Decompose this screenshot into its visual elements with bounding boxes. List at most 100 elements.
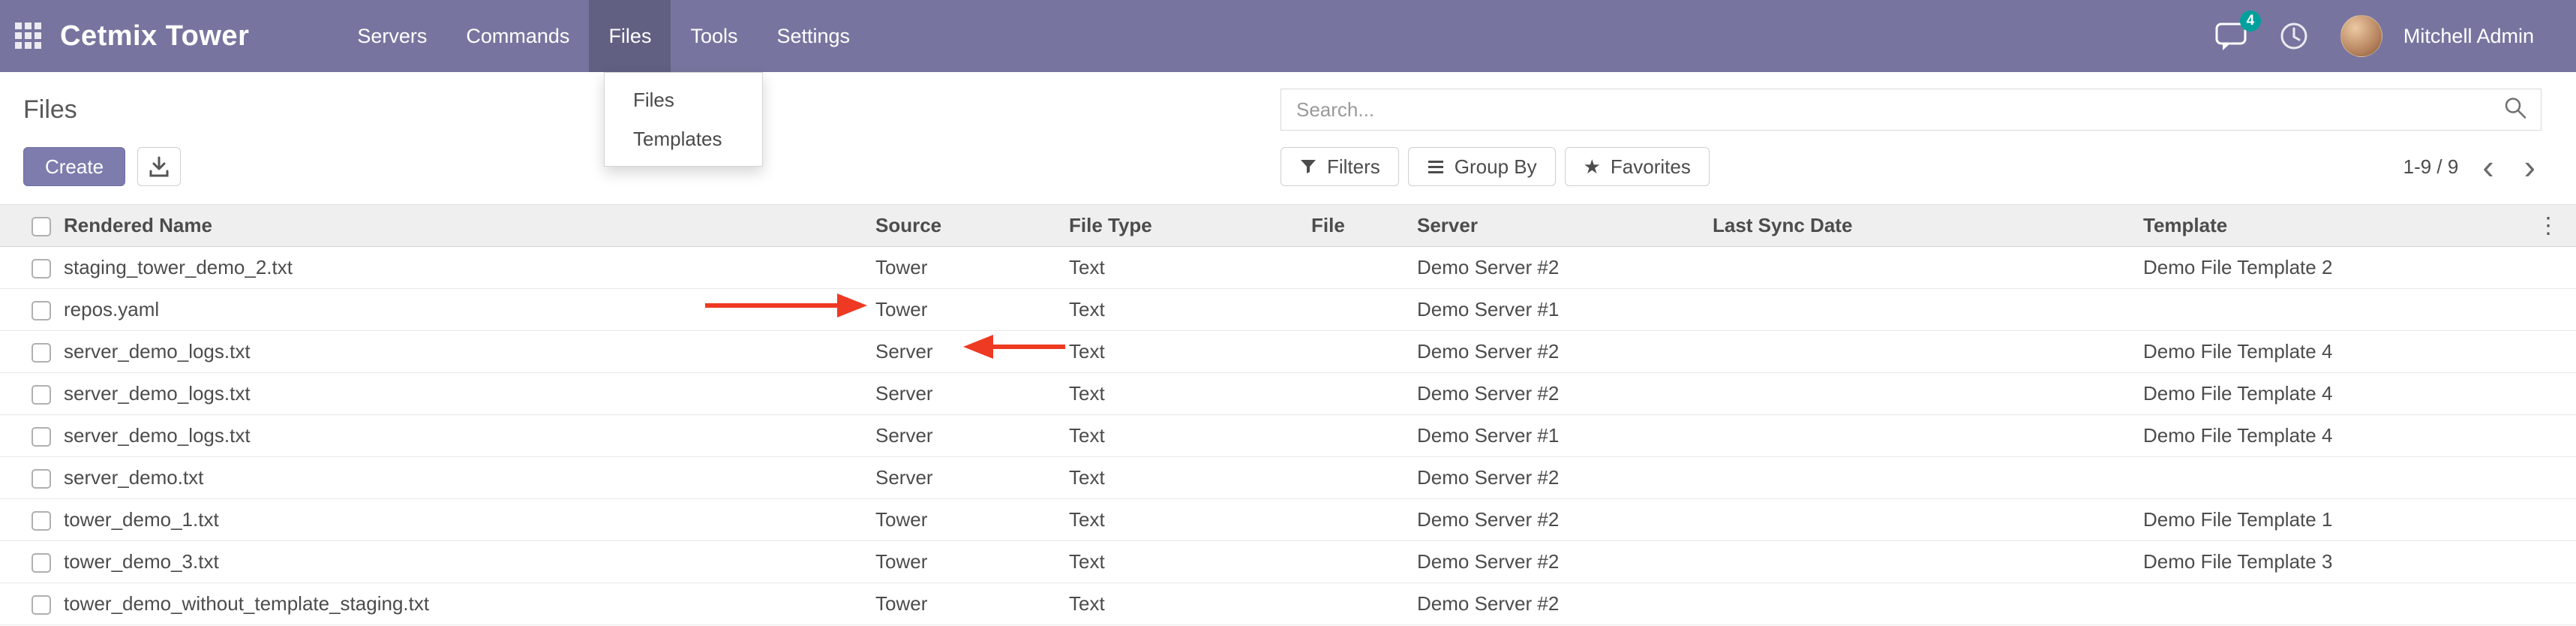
file-type-cell: Text <box>1069 247 1311 289</box>
create-button[interactable]: Create <box>23 147 125 186</box>
menu-servers[interactable]: Servers <box>338 0 446 72</box>
col-header-source[interactable]: Source <box>875 205 1069 247</box>
messages-count-badge: 4 <box>2240 11 2261 32</box>
col-header-file-type[interactable]: File Type <box>1069 205 1311 247</box>
last-sync-cell <box>1713 583 2143 625</box>
row-check-cell <box>0 541 64 583</box>
menu-files[interactable]: Files <box>589 0 671 72</box>
source-cell: Server <box>875 331 1069 373</box>
last-sync-cell <box>1713 247 2143 289</box>
source-cell: Tower <box>875 583 1069 625</box>
favorites-button[interactable]: ★ Favorites <box>1565 147 1710 186</box>
row-checkbox[interactable] <box>32 595 51 615</box>
file-type-cell: Text <box>1069 331 1311 373</box>
select-all-cell <box>0 205 64 247</box>
apps-menu-icon[interactable] <box>0 0 57 72</box>
dropdown-item-templates[interactable]: Templates <box>605 119 762 158</box>
server-cell: Demo Server #2 <box>1417 541 1713 583</box>
activities-button[interactable] <box>2279 21 2309 51</box>
source-cell: Tower <box>875 247 1069 289</box>
group-by-button[interactable]: Group By <box>1408 147 1556 186</box>
rendered-name-cell: repos.yaml <box>64 289 875 331</box>
funnel-icon <box>1299 158 1317 176</box>
table-row[interactable]: server_demo_logs.txt Server Text Demo Se… <box>0 331 2576 373</box>
row-checkbox[interactable] <box>32 385 51 405</box>
last-sync-cell <box>1713 289 2143 331</box>
dropdown-item-files[interactable]: Files <box>605 80 762 119</box>
last-sync-cell <box>1713 457 2143 499</box>
row-check-cell <box>0 373 64 415</box>
template-cell: Demo File Template 1 <box>2143 499 2576 541</box>
optional-columns-icon[interactable]: ⋮ <box>2537 212 2559 239</box>
template-cell: Demo File Template 2 <box>2143 247 2576 289</box>
grid-icon <box>15 23 42 50</box>
app-window: Cetmix Tower Servers Commands Files Tool… <box>0 0 2576 626</box>
source-cell: Server <box>875 457 1069 499</box>
top-navbar: Cetmix Tower Servers Commands Files Tool… <box>0 0 2576 72</box>
file-type-cell: Text <box>1069 289 1311 331</box>
row-checkbox[interactable] <box>32 259 51 278</box>
search-tools: Filters Group By ★ Favorites <box>1280 147 1710 186</box>
row-checkbox[interactable] <box>32 511 51 531</box>
server-cell: Demo Server #1 <box>1417 289 1713 331</box>
table-row[interactable]: tower_demo_1.txt Tower Text Demo Server … <box>0 499 2576 541</box>
col-header-server[interactable]: Server <box>1417 205 1713 247</box>
row-checkbox[interactable] <box>32 301 51 321</box>
pager-next-icon[interactable]: › <box>2518 149 2541 184</box>
table-row[interactable]: tower_demo_3.txt Tower Text Demo Server … <box>0 541 2576 583</box>
rendered-name-cell: server_demo_logs.txt <box>64 331 875 373</box>
last-sync-cell <box>1713 541 2143 583</box>
row-check-cell <box>0 331 64 373</box>
row-checkbox[interactable] <box>32 427 51 447</box>
search-icon[interactable] <box>2503 96 2527 124</box>
server-cell: Demo Server #2 <box>1417 457 1713 499</box>
table-row[interactable]: staging_tower_demo_2.txt Tower Text Demo… <box>0 247 2576 289</box>
row-checkbox[interactable] <box>32 343 51 363</box>
export-button[interactable] <box>137 147 181 186</box>
col-header-template[interactable]: Template ⋮ <box>2143 205 2576 247</box>
template-cell: Demo File Template 4 <box>2143 373 2576 415</box>
table-row[interactable]: tower_demo_without_template_staging.txt … <box>0 583 2576 625</box>
col-header-file[interactable]: File <box>1311 205 1417 247</box>
search-tools-and-pager: Filters Group By ★ Favorites 1-9 / 9 <box>1280 147 2541 186</box>
template-cell <box>2143 457 2576 499</box>
menu-settings[interactable]: Settings <box>757 0 869 72</box>
rendered-name-cell: staging_tower_demo_2.txt <box>64 247 875 289</box>
row-checkbox[interactable] <box>32 553 51 573</box>
server-cell: Demo Server #2 <box>1417 499 1713 541</box>
table-row[interactable]: server_demo_logs.txt Server Text Demo Se… <box>0 373 2576 415</box>
user-name[interactable]: Mitchell Admin <box>2403 25 2534 48</box>
file-cell <box>1311 457 1417 499</box>
table-header-row: Rendered Name Source File Type File Serv… <box>0 205 2576 247</box>
rendered-name-cell: server_demo_logs.txt <box>64 415 875 457</box>
messages-button[interactable]: 4 <box>2214 21 2247 51</box>
template-header-label: Template <box>2143 214 2227 236</box>
row-check-cell <box>0 583 64 625</box>
files-list-table: Rendered Name Source File Type File Serv… <box>0 204 2576 625</box>
user-avatar[interactable] <box>2340 15 2382 57</box>
search-input[interactable] <box>1281 89 2541 130</box>
file-cell <box>1311 583 1417 625</box>
row-check-cell <box>0 415 64 457</box>
col-header-rendered-name[interactable]: Rendered Name <box>64 205 875 247</box>
table-row[interactable]: server_demo_logs.txt Server Text Demo Se… <box>0 415 2576 457</box>
table-row[interactable]: server_demo.txt Server Text Demo Server … <box>0 457 2576 499</box>
select-all-checkbox[interactable] <box>32 217 51 236</box>
navbar-systray: 4 Mitchell Admin <box>2214 0 2576 72</box>
col-header-last-sync-date[interactable]: Last Sync Date <box>1713 205 2143 247</box>
pager-previous-icon[interactable]: ‹ <box>2476 149 2499 184</box>
menu-commands[interactable]: Commands <box>446 0 589 72</box>
pager-range[interactable]: 1-9 / 9 <box>2403 155 2459 179</box>
control-panel-top: Files <box>23 89 2541 131</box>
filters-button[interactable]: Filters <box>1280 147 1399 186</box>
row-checkbox[interactable] <box>32 469 51 489</box>
page-title: Files <box>23 95 77 125</box>
app-brand[interactable]: Cetmix Tower <box>60 20 249 53</box>
table-row[interactable]: repos.yaml Tower Text Demo Server #1 <box>0 289 2576 331</box>
server-cell: Demo Server #2 <box>1417 331 1713 373</box>
file-cell <box>1311 541 1417 583</box>
pager: 1-9 / 9 ‹ › <box>2403 149 2541 184</box>
row-check-cell <box>0 247 64 289</box>
menu-tools[interactable]: Tools <box>671 0 757 72</box>
server-cell: Demo Server #2 <box>1417 373 1713 415</box>
